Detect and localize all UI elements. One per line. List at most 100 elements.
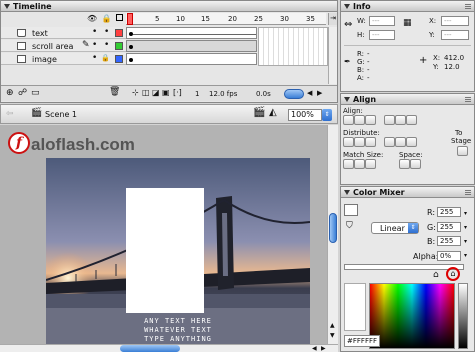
space-vertical-icon[interactable] (399, 159, 410, 169)
layer-color-swatch[interactable] (115, 55, 123, 63)
add-folder-icon[interactable]: ▭ (31, 88, 40, 98)
visibility-dot[interactable]: • (92, 53, 97, 63)
collapse-triangle-icon[interactable] (4, 4, 10, 9)
red-field[interactable]: 255 (437, 207, 461, 217)
layer-color-swatch[interactable] (115, 42, 123, 50)
x-field[interactable]: --- (441, 16, 469, 26)
scroll-left-icon[interactable]: ◀ (307, 89, 312, 97)
registration-grid-icon[interactable]: ▦ (403, 18, 411, 28)
green-field[interactable]: 255 (437, 222, 461, 232)
selected-gradient-pointer[interactable]: ⌂ (446, 267, 460, 281)
visibility-dot[interactable]: • (92, 40, 97, 50)
width-field[interactable]: --- (369, 16, 395, 26)
align-left-icon[interactable] (343, 115, 354, 125)
align-vcenter-icon[interactable] (395, 115, 407, 125)
space-horizontal-icon[interactable] (410, 159, 421, 169)
height-field[interactable]: --- (369, 30, 395, 40)
layer-row-selected[interactable]: scroll area ✎ • • (1, 40, 126, 52)
collapse-triangle-icon[interactable] (344, 4, 350, 9)
lock-dot[interactable]: • (104, 27, 109, 37)
info-header[interactable]: Info (341, 1, 474, 12)
zoom-dropdown-button[interactable]: ⇕ (322, 109, 332, 121)
eye-icon[interactable]: 👁 (87, 14, 97, 23)
color-mixer-header[interactable]: Color Mixer (341, 187, 474, 198)
timeline-vscroll[interactable] (328, 27, 337, 84)
outline-icon[interactable] (116, 14, 124, 21)
layer-column-icons: 👁 🔒 (87, 14, 125, 24)
alpha-field[interactable]: 0% (437, 251, 461, 261)
y-field[interactable]: --- (441, 30, 469, 40)
center-frame-icon[interactable]: ⊹ (132, 88, 139, 97)
layer-color-swatch[interactable] (115, 29, 123, 37)
distribute-left-icon[interactable] (384, 137, 396, 147)
timeline-hscroll-thumb[interactable] (284, 89, 304, 99)
layer-row[interactable]: image • 🔒 (1, 53, 126, 65)
playhead[interactable] (127, 13, 133, 25)
frame-track[interactable] (126, 53, 257, 65)
panel-grip-icon[interactable] (465, 97, 471, 102)
match-height-icon[interactable] (354, 159, 365, 169)
add-guide-icon[interactable]: ☍ (18, 88, 27, 98)
align-bottom-icon[interactable] (406, 115, 418, 125)
align-hcenter-icon[interactable] (354, 115, 365, 125)
layer-row[interactable]: text • • (1, 27, 126, 39)
panel-grip-icon[interactable] (465, 4, 471, 9)
collapse-triangle-icon[interactable] (344, 190, 350, 195)
zoom-field[interactable]: 100% (288, 109, 322, 121)
gradient-pointer-icon[interactable]: ⌂ (433, 270, 439, 280)
distribute-bottom-icon[interactable] (365, 137, 376, 147)
align-right-icon[interactable] (365, 115, 376, 125)
stage-vscrollbar[interactable]: ▲ ▼ (327, 125, 338, 344)
gradient-bar[interactable] (344, 264, 464, 270)
frame-track[interactable] (126, 27, 257, 39)
timeline-header[interactable]: Timeline (1, 1, 337, 12)
distribute-top-icon[interactable] (343, 137, 354, 147)
delete-layer-icon[interactable]: 🗑 (109, 87, 120, 97)
align-header[interactable]: Align (341, 94, 474, 105)
lock-icon[interactable]: 🔒 (102, 14, 112, 23)
hex-field[interactable]: #FFFFFF (344, 335, 380, 347)
scroll-down-icon[interactable]: ▼ (330, 332, 335, 339)
stroke-color-swatch[interactable] (344, 204, 358, 216)
edit-symbol-icon[interactable]: ◭ (269, 107, 277, 118)
scroll-left-icon[interactable]: ◀ (312, 345, 317, 352)
match-both-icon[interactable] (365, 159, 376, 169)
timeline-scroll-right[interactable]: ⇥ (328, 13, 337, 25)
collapse-triangle-icon[interactable] (344, 97, 350, 102)
scroll-area-box[interactable] (126, 188, 204, 313)
brightness-slider[interactable] (458, 283, 468, 349)
edit-scene-icon[interactable]: 🎬 (253, 107, 265, 118)
distribute-hcenter-icon[interactable] (395, 137, 407, 147)
align-top-icon[interactable] (384, 115, 396, 125)
stage-hscrollbar[interactable]: ◀ ▶ (0, 344, 338, 352)
to-stage-button[interactable] (457, 146, 468, 156)
edit-multiple-icon[interactable]: ▣ (162, 88, 170, 97)
distribute-right-icon[interactable] (406, 137, 418, 147)
stepper-arrows-icon[interactable]: ▾ ▾ ▾ ▾ (464, 207, 467, 263)
dropdown-arrow-icon: ⇕ (408, 223, 418, 233)
back-arrow-icon[interactable]: ⇦ (6, 109, 14, 119)
crosshair-icon: + (419, 55, 428, 66)
blue-field[interactable]: 255 (437, 236, 461, 246)
hscroll-thumb[interactable] (120, 345, 180, 352)
frame-track[interactable] (126, 40, 257, 52)
lock-dot[interactable]: • (104, 40, 109, 50)
onion-skin-icon[interactable]: ◫ (142, 88, 150, 97)
lock-icon[interactable]: 🔒 (101, 54, 110, 62)
vscroll-thumb[interactable] (329, 213, 337, 243)
scroll-up-icon[interactable]: ▲ (330, 322, 335, 329)
scroll-right-icon[interactable]: ▶ (321, 345, 326, 352)
stage-canvas[interactable]: ANY TEXT HERE WHATEVER TEXT TYPE ANYTHIN… (46, 158, 310, 344)
distribute-vcenter-icon[interactable] (354, 137, 365, 147)
visibility-dot[interactable]: • (92, 27, 97, 37)
panel-grip-icon[interactable] (465, 190, 471, 195)
color-spectrum[interactable] (369, 283, 455, 349)
scene-label[interactable]: Scene 1 (45, 110, 77, 119)
fill-type-select[interactable]: Linear ⇕ (371, 222, 419, 234)
onion-outline-icon[interactable]: ◪ (152, 88, 160, 97)
scroll-right-icon[interactable]: ▶ (317, 89, 322, 97)
add-layer-icon[interactable]: ⊕ (6, 88, 14, 98)
modify-markers-icon[interactable]: [·] (173, 88, 182, 97)
match-width-icon[interactable] (343, 159, 354, 169)
paint-bucket-icon[interactable]: ⛉ (346, 221, 353, 231)
